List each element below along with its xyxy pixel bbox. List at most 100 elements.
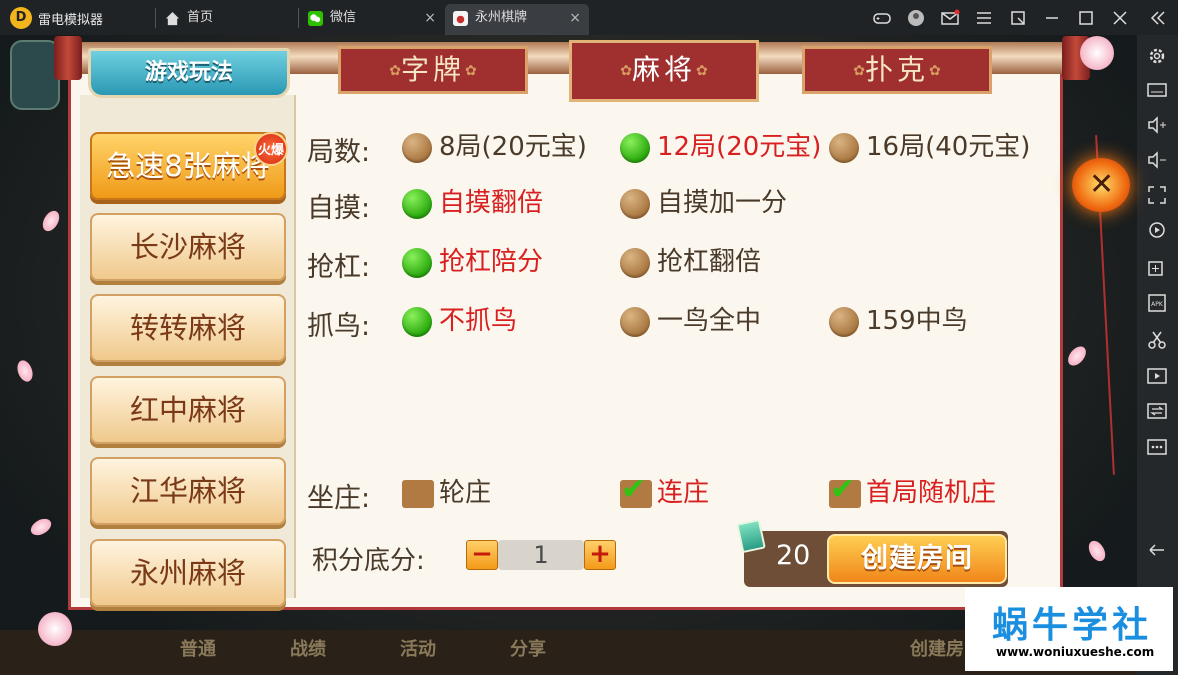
minimize-icon[interactable] (1042, 8, 1062, 28)
svg-text:APK: APK (1151, 301, 1164, 308)
radio-on-icon (402, 248, 432, 278)
keyboard-icon[interactable] (1146, 79, 1168, 101)
scissors-screenshot-icon[interactable] (1146, 329, 1168, 351)
option-label: 一鸟全中 (657, 306, 762, 336)
hot-badge: 火爆 (254, 132, 288, 166)
back-icon[interactable] (1146, 539, 1168, 561)
watermark-url: www.woniuxueshe.com (996, 645, 1155, 659)
collapse-sidebar-icon[interactable] (1148, 8, 1168, 28)
apk-install-icon[interactable]: APK (1146, 292, 1168, 314)
game-item-jianghua-mahjong[interactable]: 江华麻将 (90, 457, 286, 525)
maximize-icon[interactable] (1076, 8, 1096, 28)
rotate-icon[interactable] (1146, 219, 1168, 241)
ornament-icon: ✿ (696, 63, 708, 79)
radio-on-icon (402, 307, 432, 337)
more-options-icon[interactable] (1146, 436, 1168, 458)
checkbox-checked-icon: ✔ (829, 472, 861, 508)
radio-off-icon (620, 189, 650, 219)
tab-label: 微信 (330, 10, 357, 25)
self-draw-double-option[interactable]: 自摸翻倍 (402, 186, 562, 220)
video-record-icon[interactable] (1146, 365, 1168, 387)
bird-none-option[interactable]: 不抓鸟 (402, 304, 542, 338)
option-label: 轮庄 (439, 478, 492, 508)
user-avatar-icon[interactable] (906, 8, 926, 28)
rob-kong-pay-option[interactable]: 抢杠陪分 (402, 245, 562, 279)
game-rules-tab[interactable]: 游戏玩法 (88, 48, 290, 98)
checkbox-empty-icon (402, 480, 434, 508)
menu-icon[interactable] (974, 8, 994, 28)
multi-instance-icon[interactable] (1146, 256, 1168, 278)
radio-off-icon (829, 133, 859, 163)
game-item-yongzhou-mahjong[interactable]: 永州麻将 (90, 539, 286, 607)
game-item-hongzhong-mahjong[interactable]: 红中麻将 (90, 376, 286, 444)
tab-home[interactable]: 首页 (157, 4, 297, 35)
create-room-button[interactable]: 创建房间 (827, 534, 1007, 584)
option-label: 首局随机庄 (866, 478, 997, 508)
dealer-random-first-checkbox[interactable]: ✔ 首局随机庄 (829, 472, 1009, 510)
pin-window-icon[interactable] (1008, 8, 1028, 28)
bird-159-option[interactable]: 159中鸟 (829, 304, 989, 338)
option-label: 连庄 (657, 478, 710, 508)
tab-zipai[interactable]: ✿字牌✿ (338, 46, 528, 94)
close-tab-icon[interactable]: × (424, 4, 436, 32)
score-plus-button[interactable]: + (584, 540, 616, 570)
sync-icon[interactable] (1146, 400, 1168, 422)
rounds-option-8[interactable]: 8局(20元宝) (402, 130, 602, 164)
tab-label: 扑克 (864, 53, 929, 86)
option-label: 抢杠翻倍 (657, 247, 762, 277)
bird-label: 抓鸟: (307, 311, 371, 342)
option-label: 自摸加一分 (657, 188, 788, 218)
self-draw-plus-one-option[interactable]: 自摸加一分 (620, 186, 800, 220)
tab-yongzhou-chess[interactable]: 永州棋牌 × (445, 4, 589, 35)
close-icon[interactable]: ✕ (1089, 167, 1114, 202)
app-icon (453, 11, 468, 26)
background-activity-button: 活动 (400, 639, 436, 660)
ornament-icon: ✿ (389, 63, 401, 79)
radio-on-icon (620, 133, 650, 163)
ornament-icon: ✿ (853, 63, 865, 79)
tab-wechat[interactable]: 微信 × (300, 4, 444, 35)
tab-separator (155, 8, 156, 28)
volume-down-icon[interactable] (1146, 149, 1168, 171)
dealer-consecutive-checkbox[interactable]: ✔ 连庄 (620, 472, 740, 510)
settings-gear-icon[interactable] (1146, 45, 1168, 67)
rob-kong-double-option[interactable]: 抢杠翻倍 (620, 245, 780, 279)
rounds-option-16[interactable]: 16局(40元宝) (829, 130, 1030, 164)
wechat-icon (308, 11, 323, 26)
gamepad-icon[interactable] (872, 8, 892, 28)
ornament-icon: ✿ (465, 63, 477, 79)
bird-all-hit-option[interactable]: 一鸟全中 (620, 304, 780, 338)
tab-mahjong[interactable]: ✿麻将✿ (569, 40, 759, 102)
watermark-title: 蜗牛学社 (992, 605, 1153, 646)
checkbox-checked-icon: ✔ (620, 472, 652, 508)
background-normal-button: 普通 (180, 639, 216, 660)
background-record-button: 战绩 (290, 639, 326, 660)
mail-icon[interactable] (940, 8, 960, 28)
radio-off-icon (620, 248, 650, 278)
volume-up-icon[interactable] (1146, 114, 1168, 136)
option-label: 自摸翻倍 (439, 188, 544, 218)
self-draw-label: 自摸: (307, 193, 371, 224)
dealer-label: 坐庄: (307, 483, 371, 514)
tab-label: 麻将 (631, 53, 696, 86)
check-mark-icon: ✔ (830, 472, 856, 507)
rounds-option-12[interactable]: 12局(20元宝) (620, 130, 821, 164)
tab-poker[interactable]: ✿扑克✿ (802, 46, 992, 94)
fullscreen-icon[interactable] (1146, 184, 1168, 206)
close-tab-icon[interactable]: × (569, 4, 581, 32)
background-share-button: 分享 (510, 639, 546, 660)
option-label: 159中鸟 (866, 306, 968, 336)
room-card-cost: 20 (776, 540, 811, 571)
close-window-icon[interactable] (1110, 8, 1130, 28)
game-item-changsha-mahjong[interactable]: 长沙麻将 (90, 213, 286, 281)
radio-off-icon (402, 133, 432, 163)
radio-off-icon (620, 307, 650, 337)
game-item-zhuanzhuan-mahjong[interactable]: 转转麻将 (90, 294, 286, 362)
dealer-rotate-checkbox[interactable]: 轮庄 (402, 476, 522, 510)
home-icon (165, 11, 180, 26)
score-minus-button[interactable]: − (466, 540, 498, 570)
tab-separator (298, 8, 299, 28)
radio-off-icon (829, 307, 859, 337)
cherry-blossom-icon (1080, 36, 1114, 70)
ornament-icon: ✿ (929, 63, 941, 79)
